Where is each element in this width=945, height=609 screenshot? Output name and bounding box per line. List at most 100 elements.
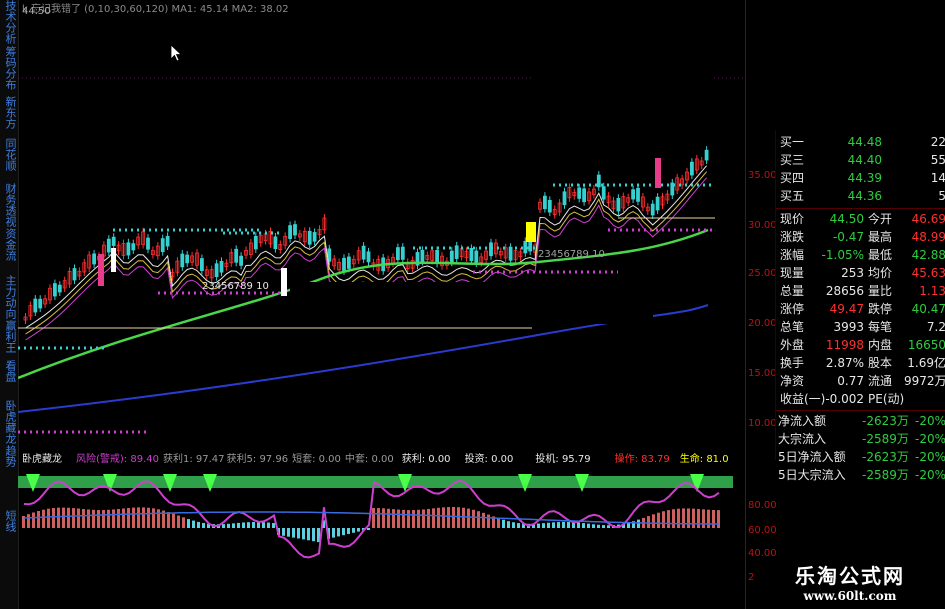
histogram-bar bbox=[602, 525, 605, 528]
bid-row: 买五 44.36 5 bbox=[780, 189, 945, 203]
side-tab-10[interactable]: 趋势 bbox=[2, 445, 17, 467]
histogram-bar bbox=[387, 508, 390, 528]
histogram-bar bbox=[567, 521, 570, 528]
histogram-bar bbox=[412, 510, 415, 528]
side-tab-7[interactable]: 赢利王 bbox=[2, 320, 17, 353]
histogram-bar bbox=[477, 511, 480, 528]
bid-row: 买一 44.48 22 bbox=[780, 135, 945, 149]
histogram-bar bbox=[332, 528, 335, 538]
histogram-bar bbox=[242, 522, 245, 528]
histogram-bar bbox=[542, 523, 545, 528]
side-tab-3[interactable]: 同花顺 bbox=[2, 138, 17, 171]
candle-body bbox=[655, 196, 660, 211]
quote-row: 换手 2.87% 股本 1.69亿 bbox=[780, 356, 945, 370]
price-axis-tick: 20.00 bbox=[748, 318, 777, 329]
indicator-axis-tick: 40.00 bbox=[748, 548, 777, 559]
bid-row: 买四 44.39 14 bbox=[780, 171, 945, 185]
indicator-axis-tick: 60.00 bbox=[748, 525, 777, 536]
side-tab-11[interactable]: 短线 bbox=[2, 510, 17, 532]
price-axis bbox=[745, 0, 776, 609]
side-tab-2[interactable]: 新东方 bbox=[2, 96, 17, 129]
histogram-bar bbox=[172, 513, 175, 528]
histogram-bar bbox=[417, 509, 420, 528]
indicator-value: 获利1: 97.47 bbox=[162, 454, 225, 465]
histogram-bar bbox=[657, 512, 660, 528]
histogram-bar bbox=[367, 528, 370, 530]
candle-body bbox=[219, 260, 224, 273]
quote-row: 涨跌 -0.47 最高 48.99 bbox=[780, 230, 945, 244]
histogram-bar bbox=[357, 528, 360, 532]
histogram-bar bbox=[72, 508, 75, 528]
histogram-bar bbox=[62, 507, 65, 528]
side-tab-6[interactable]: 主力动向 bbox=[2, 275, 17, 319]
histogram-bar bbox=[107, 509, 110, 528]
histogram-bar bbox=[307, 528, 310, 541]
histogram-bar bbox=[192, 520, 195, 528]
candle-body bbox=[616, 197, 621, 212]
watermark-url: www.60lt.com bbox=[803, 589, 897, 603]
histogram-bar bbox=[702, 509, 705, 528]
histogram-bar bbox=[647, 516, 650, 528]
histogram-bar bbox=[232, 523, 235, 528]
histogram-bar bbox=[692, 508, 695, 528]
histogram-bar bbox=[547, 522, 550, 528]
histogram-bar bbox=[167, 512, 170, 528]
histogram-bar bbox=[392, 509, 395, 528]
candle-body bbox=[704, 149, 709, 161]
histogram-bar bbox=[712, 509, 715, 528]
histogram-bar bbox=[382, 508, 385, 528]
histogram-bar bbox=[262, 522, 265, 528]
side-tab-4[interactable]: 财务透视 bbox=[2, 183, 17, 227]
histogram-bar bbox=[272, 523, 275, 528]
histogram-bar bbox=[422, 509, 425, 528]
side-tab-9[interactable]: 卧虎藏龙 bbox=[2, 400, 17, 444]
indicator-chart[interactable] bbox=[18, 468, 745, 609]
histogram-bar bbox=[687, 508, 690, 528]
candle-body bbox=[562, 191, 567, 206]
signal-bar bbox=[281, 268, 287, 296]
indicator-value: 短套: 0.00 bbox=[292, 454, 341, 465]
level-label: 23456789 10 bbox=[538, 249, 605, 260]
quote-panel: 买一 44.48 22 买三 44.40 55 买四 44.39 14 买五 44.36 5 现价 44.… bbox=[775, 130, 945, 482]
histogram-bar bbox=[92, 509, 95, 528]
candle-body bbox=[523, 240, 528, 254]
histogram-bar bbox=[502, 519, 505, 528]
histogram-bar bbox=[482, 512, 485, 528]
histogram-bar bbox=[407, 510, 410, 528]
side-tab-1[interactable]: 筹码分布 bbox=[2, 46, 17, 90]
side-tab-8[interactable]: 看盘 bbox=[2, 360, 17, 382]
quote-row: 外盘 11998 内盘 16650 bbox=[780, 338, 945, 352]
histogram-bar bbox=[377, 508, 380, 528]
candle-body bbox=[165, 235, 170, 247]
histogram-bar bbox=[87, 509, 90, 528]
candle-body bbox=[180, 253, 185, 268]
histogram-bar bbox=[27, 514, 30, 528]
histogram-bar bbox=[517, 523, 520, 528]
candle-body bbox=[38, 298, 43, 309]
quote-row: 净资 0.77 流通 9972万 bbox=[780, 374, 945, 388]
histogram-bar bbox=[297, 528, 300, 539]
candle-body bbox=[312, 232, 317, 242]
histogram-bar bbox=[447, 507, 450, 528]
histogram-bar bbox=[587, 523, 590, 528]
histogram-bar bbox=[672, 509, 675, 528]
side-tab-0[interactable]: 技术分析 bbox=[2, 0, 17, 44]
candle-body bbox=[342, 257, 346, 272]
histogram-bar bbox=[202, 522, 205, 528]
histogram-bar bbox=[637, 519, 640, 528]
candle-body bbox=[111, 236, 116, 246]
fund-flow-row: 净流入额 -2623万 -20% bbox=[778, 414, 945, 428]
indicator-name: 卧虎藏龙 bbox=[22, 454, 62, 465]
histogram-bar bbox=[102, 509, 105, 528]
candle-body bbox=[400, 246, 405, 260]
black-overlay bbox=[533, 0, 713, 138]
histogram-bar bbox=[137, 507, 140, 528]
histogram-bar bbox=[432, 508, 435, 528]
quote-row: 现量 253 均价 45.63 bbox=[780, 266, 945, 280]
histogram-bar bbox=[237, 522, 240, 528]
side-tab-5[interactable]: 资金流 bbox=[2, 228, 17, 261]
histogram-bar bbox=[577, 522, 580, 528]
indicator-header: 卧虎藏龙 风险(警戒): 89.40 获利1: 97.47 获利5: 97.96 短套:… bbox=[18, 452, 745, 468]
indicator-axis-tick: 80.00 bbox=[748, 500, 777, 511]
candle-body bbox=[307, 230, 312, 245]
